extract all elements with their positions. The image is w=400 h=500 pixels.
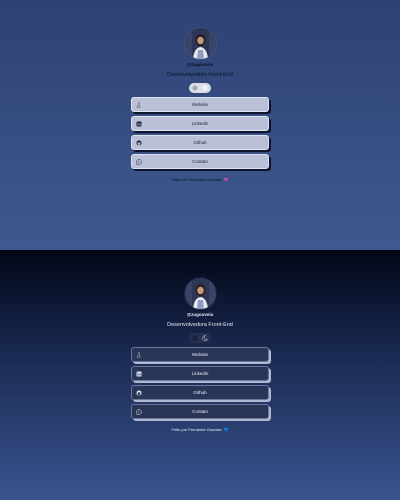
- avatar: [184, 28, 216, 59]
- whatsapp-icon: [136, 158, 142, 165]
- footer: Feito por Fernanda Gouveia 💜: [171, 177, 228, 182]
- github-icon: [136, 390, 142, 396]
- theme-toggle[interactable]: [189, 333, 211, 343]
- footer-text: Feito por Fernanda Gouveia: [171, 427, 222, 432]
- github-button[interactable]: Github: [131, 135, 269, 150]
- contact-button[interactable]: Contato: [131, 404, 269, 419]
- toggle-knob: [192, 335, 198, 341]
- contact-button[interactable]: Contato: [131, 154, 269, 169]
- linkedin-button[interactable]: Linkedin: [131, 366, 269, 381]
- linkedin-icon: [136, 371, 142, 377]
- linkedin-icon: [136, 121, 142, 127]
- avatar: [184, 278, 216, 309]
- light-theme-panel: @zugouveia Desenvolvedora Front-End Webs…: [0, 0, 400, 250]
- role-title: Desenvolvedora Front-End: [167, 322, 233, 328]
- contact-label: Contato: [192, 409, 208, 414]
- website-button[interactable]: Website: [131, 97, 269, 112]
- theme-toggle[interactable]: [189, 83, 211, 93]
- whatsapp-icon: [136, 408, 142, 415]
- heart-icon: 💜: [223, 177, 229, 182]
- moon-icon: [202, 335, 208, 341]
- sun-icon: [192, 85, 198, 91]
- accessibility-icon: [136, 351, 142, 358]
- username: @zugouveia: [186, 312, 214, 317]
- github-label: Github: [193, 390, 207, 395]
- website-label: Website: [191, 102, 209, 107]
- github-button[interactable]: Github: [131, 385, 269, 400]
- link-list: Website Linkedin Github Contato: [131, 97, 269, 169]
- accessibility-icon: [136, 101, 142, 108]
- linkedin-label: Linkedin: [191, 121, 209, 126]
- github-icon: [136, 140, 142, 146]
- toggle-knob: [202, 85, 208, 91]
- username: @zugouveia: [186, 62, 214, 67]
- linkedin-button[interactable]: Linkedin: [131, 116, 269, 131]
- dark-theme-panel: @zugouveia Desenvolvedora Front-End Webs…: [0, 250, 400, 500]
- role-title: Desenvolvedora Front-End: [167, 72, 233, 78]
- heart-icon: 💙: [223, 427, 229, 432]
- github-label: Github: [193, 140, 207, 145]
- footer: Feito por Fernanda Gouveia 💙: [171, 427, 228, 432]
- website-button[interactable]: Website: [131, 347, 269, 362]
- footer-text: Feito por Fernanda Gouveia: [171, 177, 222, 182]
- website-label: Website: [191, 352, 209, 357]
- link-list: Website Linkedin Github Contato: [131, 347, 269, 419]
- linkedin-label: Linkedin: [191, 371, 209, 376]
- contact-label: Contato: [192, 159, 208, 164]
